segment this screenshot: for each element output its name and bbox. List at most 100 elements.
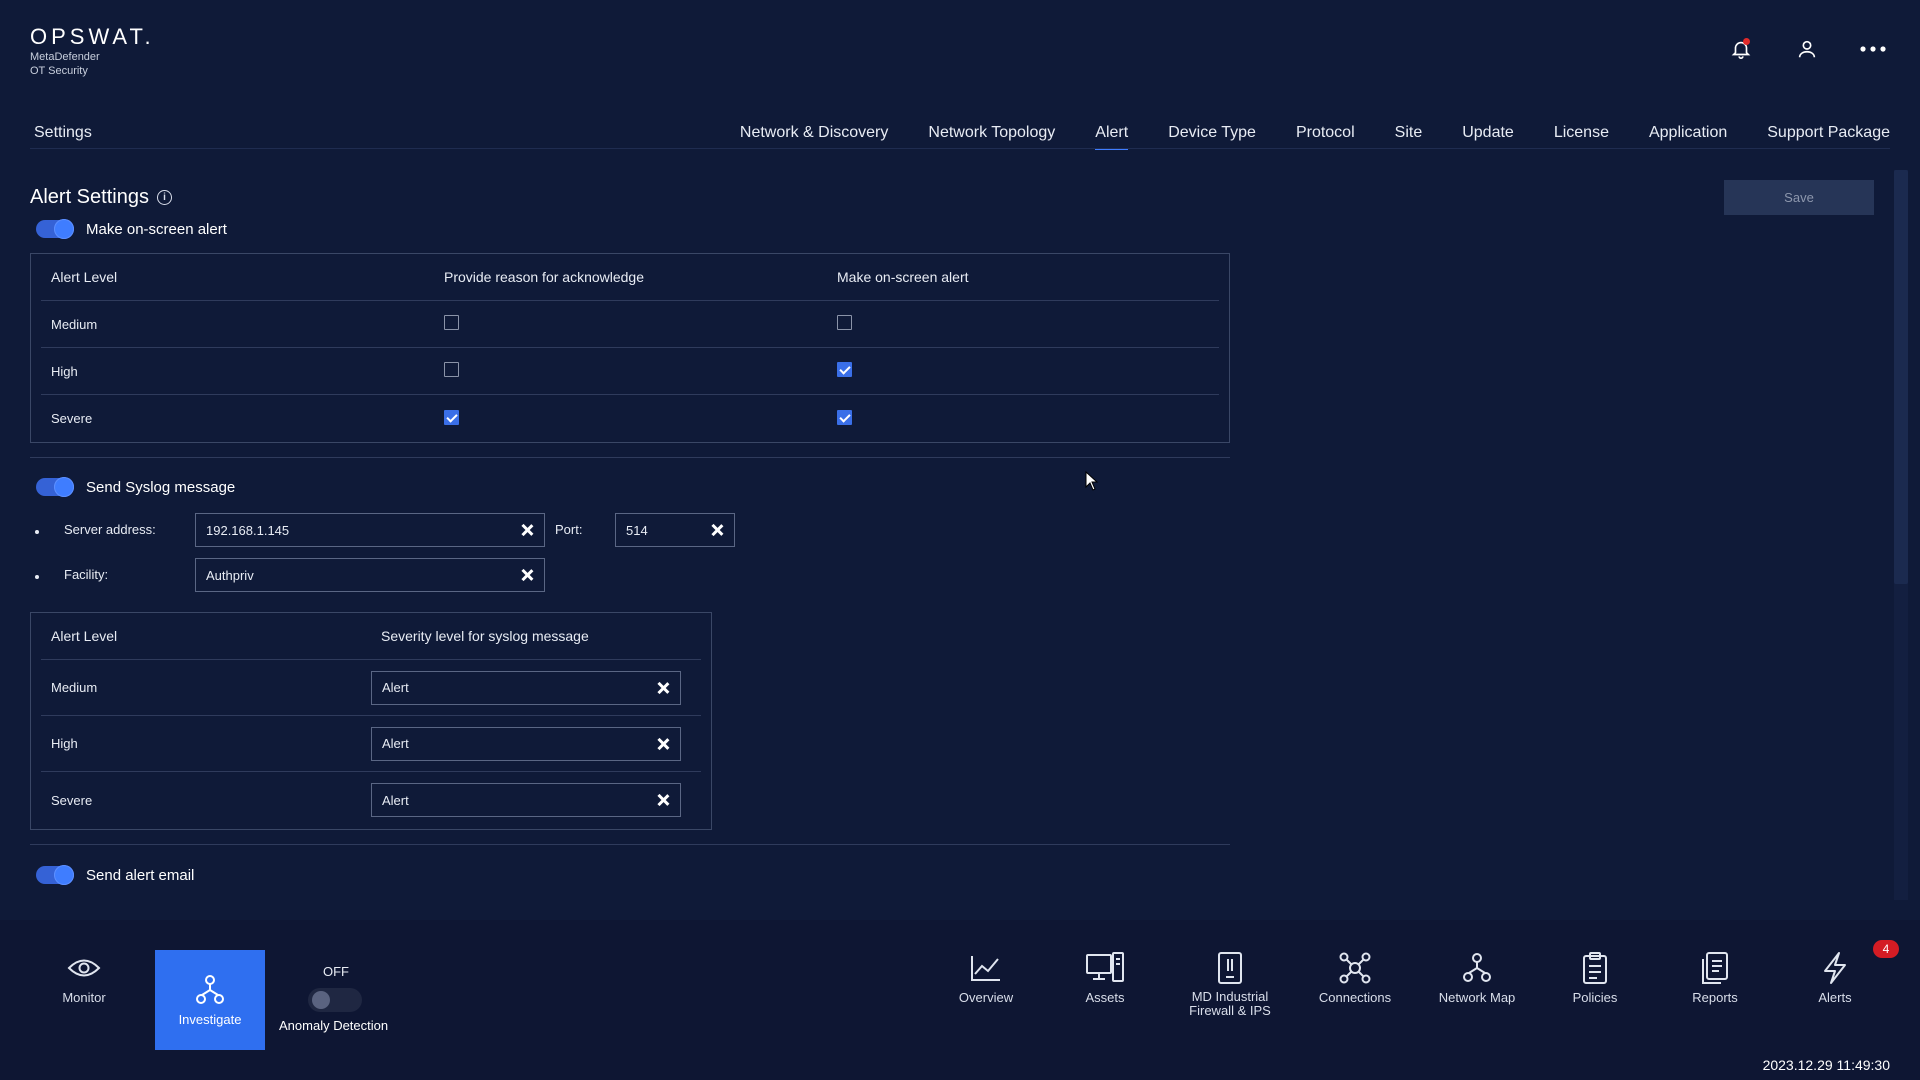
- nav-alerts[interactable]: Alerts: [1795, 950, 1875, 1036]
- nav-connections[interactable]: Connections: [1313, 950, 1397, 1036]
- section-divider: [30, 844, 1230, 845]
- tab-device-type[interactable]: Device Type: [1168, 124, 1256, 150]
- syslog-toggle[interactable]: [36, 477, 74, 497]
- port-label: Port:: [555, 522, 583, 537]
- clear-icon[interactable]: [520, 523, 534, 537]
- port-input[interactable]: 514: [615, 513, 735, 547]
- tab-network-topology[interactable]: Network Topology: [928, 124, 1055, 150]
- medium-onscreen-checkbox[interactable]: [837, 315, 852, 330]
- medium-severity-value: Alert: [382, 680, 409, 695]
- onscreen-alert-toggle[interactable]: [36, 219, 74, 239]
- nav-label: Investigate: [178, 1012, 242, 1027]
- hierarchy-icon: [193, 972, 227, 1008]
- alert-level-high: High: [51, 363, 78, 379]
- anomaly-detection-toggle[interactable]: [308, 988, 362, 1012]
- facility-select[interactable]: Authpriv: [195, 558, 545, 592]
- timestamp: 2023.12.29 11:49:30: [1762, 1057, 1890, 1073]
- table-row: Severe Alert: [41, 772, 701, 828]
- table-header: Alert Level Severity level for syslog me…: [41, 613, 701, 660]
- clear-icon[interactable]: [710, 523, 724, 537]
- alert-settings-panel: Alert Settings i Save Make on-screen ale…: [0, 150, 1920, 900]
- tab-alert[interactable]: Alert: [1095, 124, 1128, 150]
- severe-reason-checkbox[interactable]: [444, 409, 459, 425]
- high-onscreen-checkbox[interactable]: [837, 362, 852, 377]
- tab-site[interactable]: Site: [1395, 124, 1423, 150]
- alert-level-severe: Severe: [51, 411, 93, 426]
- nav-policies[interactable]: Policies: [1555, 950, 1635, 1036]
- nav-reports[interactable]: Reports: [1675, 950, 1755, 1036]
- high-severity-select[interactable]: Alert: [371, 726, 681, 761]
- nav-label: Alerts: [1818, 990, 1852, 1005]
- devices-icon: [1085, 950, 1125, 986]
- nav-label: Overview: [958, 990, 1014, 1005]
- port-value: 514: [626, 522, 648, 538]
- alert-level-high: High: [51, 736, 78, 751]
- tab-protocol[interactable]: Protocol: [1296, 124, 1355, 150]
- alert-settings-title: Alert Settings: [30, 186, 149, 208]
- nav-assets[interactable]: Assets: [1065, 950, 1145, 1036]
- user-icon[interactable]: [1794, 36, 1820, 62]
- section-title: Alert Settings i: [30, 186, 172, 209]
- column-header: Alert Level: [51, 269, 118, 285]
- clear-icon[interactable]: [656, 681, 670, 695]
- tab-network-discovery[interactable]: Network & Discovery: [740, 124, 888, 150]
- nav-monitor[interactable]: Monitor: [48, 950, 120, 1036]
- header-actions: [1728, 36, 1886, 62]
- notification-dot: [1743, 38, 1750, 45]
- clear-icon[interactable]: [656, 737, 670, 751]
- chart-line-icon: [969, 950, 1003, 986]
- medium-reason-checkbox[interactable]: [444, 315, 459, 330]
- medium-severity-select[interactable]: Alert: [371, 670, 681, 705]
- nav-network-map[interactable]: Network Map: [1432, 950, 1522, 1036]
- nav-label: Policies: [1572, 990, 1618, 1005]
- anomaly-detection-label: Anomaly Detection: [279, 1018, 389, 1033]
- column-header: Alert Level: [51, 628, 118, 644]
- info-icon[interactable]: i: [156, 190, 172, 205]
- lightning-icon: [1820, 950, 1850, 986]
- nav-md-industrial-firewall[interactable]: MD Industrial Firewall & IPS: [1180, 950, 1280, 1050]
- alert-level-severe: Severe: [51, 792, 93, 808]
- syslog-toggle-row: Send Syslog message: [36, 477, 235, 497]
- severe-onscreen-checkbox[interactable]: [837, 409, 852, 425]
- alert-level-medium: Medium: [51, 680, 98, 695]
- tab-license[interactable]: License: [1554, 124, 1609, 150]
- bullet: [35, 530, 39, 534]
- alert-level-medium: Medium: [51, 316, 98, 332]
- save-button[interactable]: Save: [1724, 180, 1874, 215]
- facility-value: Authpriv: [206, 567, 254, 583]
- tabs-divider: [30, 148, 1890, 149]
- connections-icon: [1338, 950, 1372, 986]
- bell-icon[interactable]: [1728, 36, 1754, 62]
- server-address-input[interactable]: 192.168.1.145: [195, 513, 545, 547]
- nav-investigate[interactable]: Investigate: [155, 950, 265, 1050]
- onscreen-toggle-row: Make on-screen alert: [36, 219, 227, 239]
- severe-severity-select[interactable]: Alert: [371, 783, 681, 817]
- reports-icon: [1700, 950, 1730, 986]
- table-row: High: [41, 348, 1219, 395]
- onscreen-toggle-label: Make on-screen alert: [86, 220, 227, 238]
- table-row: Severe: [41, 395, 1219, 442]
- section-divider: [30, 457, 1230, 458]
- tab-application[interactable]: Application: [1649, 124, 1727, 150]
- column-header: Make on-screen alert: [837, 269, 969, 285]
- high-reason-checkbox[interactable]: [444, 362, 459, 377]
- clipboard-icon: [1581, 950, 1609, 986]
- email-toggle-row: Send alert email: [36, 865, 195, 885]
- bullet: [35, 575, 39, 579]
- clear-icon[interactable]: [520, 568, 534, 582]
- high-severity-value: Alert: [382, 736, 409, 751]
- clear-icon[interactable]: [656, 793, 670, 807]
- email-toggle-label: Send alert email: [86, 866, 195, 884]
- more-icon[interactable]: [1860, 36, 1886, 62]
- eye-icon: [67, 950, 101, 986]
- onscreen-alert-table: Alert Level Provide reason for acknowled…: [30, 253, 1230, 443]
- nav-overview[interactable]: Overview: [946, 950, 1026, 1036]
- bottom-navigation: Monitor Investigate OFF Anomaly Detectio…: [0, 920, 1920, 1080]
- tab-support-package[interactable]: Support Package: [1767, 124, 1890, 150]
- tab-update[interactable]: Update: [1462, 124, 1514, 150]
- column-header: Provide reason for acknowledge: [444, 269, 645, 285]
- anomaly-state: OFF: [323, 964, 349, 979]
- table-row: Medium Alert: [41, 660, 701, 716]
- scrollbar-thumb[interactable]: [1894, 170, 1908, 584]
- email-alert-toggle[interactable]: [36, 865, 74, 885]
